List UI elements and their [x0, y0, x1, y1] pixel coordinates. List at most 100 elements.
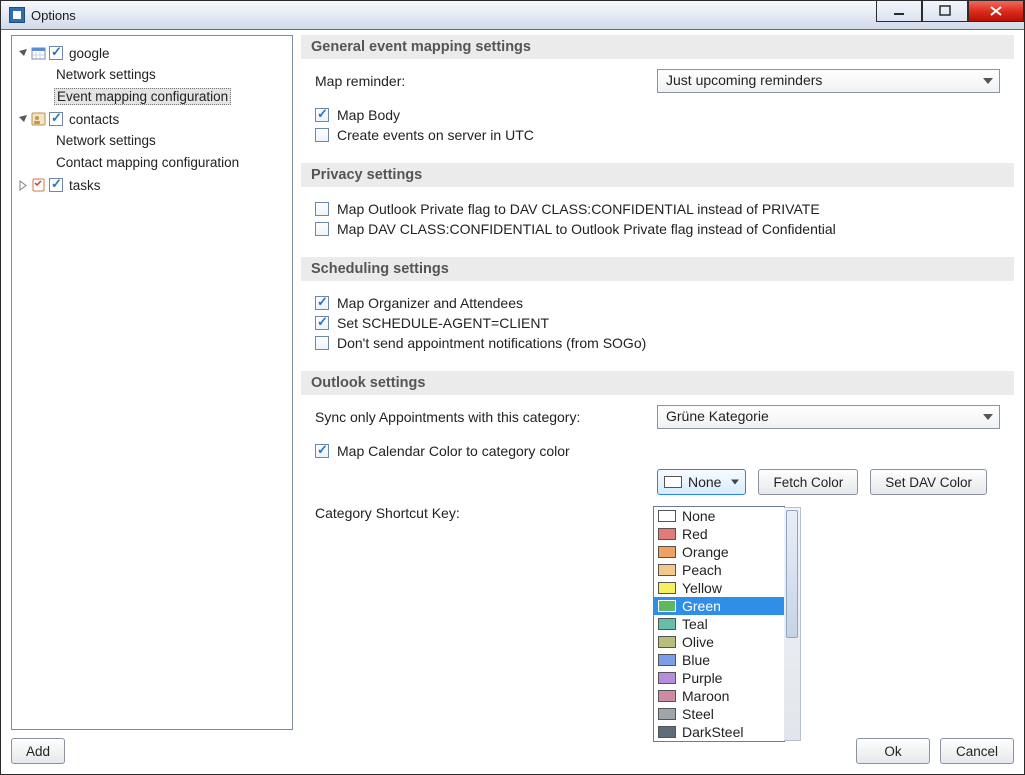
color-option-label: Yellow	[682, 580, 722, 596]
color-swatch	[658, 618, 676, 630]
scrollbar[interactable]	[784, 507, 801, 741]
color-option[interactable]: DarkSteel	[654, 723, 784, 741]
tree-label: contacts	[67, 112, 121, 127]
tree-item-event-mapping[interactable]: Event mapping configuration	[36, 85, 288, 107]
scrollbar-thumb[interactable]	[786, 510, 798, 638]
map-reminder-label: Map reminder:	[315, 73, 645, 89]
tree-item-contact-mapping[interactable]: Contact mapping configuration	[36, 151, 288, 173]
contacts-icon	[31, 112, 47, 126]
color-option-label: None	[682, 508, 715, 524]
tree-node-contacts[interactable]: contacts Network settings Contact mappin…	[18, 108, 288, 174]
tree-label: google	[67, 46, 112, 61]
map-confidential-row[interactable]: Map DAV CLASS:CONFIDENTIAL to Outlook Pr…	[315, 221, 1000, 237]
color-option-label: Steel	[682, 706, 714, 722]
color-swatch	[658, 726, 676, 738]
sync-category-select[interactable]: Grüne Kategorie	[657, 405, 1000, 429]
checkbox[interactable]	[315, 202, 329, 216]
cancel-button[interactable]: Cancel	[940, 738, 1014, 764]
color-swatch	[658, 564, 676, 576]
color-swatch	[658, 654, 676, 666]
map-organizer-row[interactable]: Map Organizer and Attendees	[315, 295, 1000, 311]
color-swatch	[658, 600, 676, 612]
color-option[interactable]: Red	[654, 525, 784, 543]
section-header-privacy: Privacy settings	[301, 163, 1014, 187]
section-header-outlook: Outlook settings	[301, 371, 1014, 395]
ok-button[interactable]: Ok	[856, 738, 930, 764]
checkbox[interactable]	[315, 444, 329, 458]
profiles-tree[interactable]: google Network settings Event mapping co…	[11, 35, 293, 730]
tasks-icon	[31, 178, 47, 192]
checkbox[interactable]	[49, 178, 63, 192]
tree-item-network-settings[interactable]: Network settings	[36, 63, 288, 85]
color-option[interactable]: Orange	[654, 543, 784, 561]
checkbox[interactable]	[315, 108, 329, 122]
options-window: Options go	[0, 0, 1025, 775]
color-option-label: Green	[682, 598, 721, 614]
color-option[interactable]: Teal	[654, 615, 784, 633]
color-option[interactable]: Peach	[654, 561, 784, 579]
checkbox[interactable]	[315, 316, 329, 330]
map-body-row[interactable]: Map Body	[315, 107, 1000, 123]
add-button[interactable]: Add	[11, 738, 65, 764]
chevron-down-icon	[983, 414, 993, 420]
tree-label: tasks	[67, 178, 103, 193]
tree-node-google[interactable]: google Network settings Event mapping co…	[18, 42, 288, 108]
checkbox[interactable]	[315, 336, 329, 350]
color-option-label: Blue	[682, 652, 710, 668]
color-option-label: Peach	[682, 562, 722, 578]
section-header-scheduling: Scheduling settings	[301, 257, 1014, 281]
color-option-label: Maroon	[682, 688, 729, 704]
window-title: Options	[31, 8, 76, 23]
close-button[interactable]	[968, 1, 1024, 22]
color-option-label: Red	[682, 526, 708, 542]
maximize-button[interactable]	[922, 1, 968, 22]
checkbox[interactable]	[49, 46, 63, 60]
map-color-row[interactable]: Map Calendar Color to category color	[315, 443, 1000, 459]
expander-icon[interactable]	[18, 48, 29, 59]
chevron-down-icon	[731, 480, 739, 485]
color-option-label: Purple	[682, 670, 722, 686]
map-reminder-select[interactable]: Just upcoming reminders	[657, 69, 1000, 93]
expander-icon[interactable]	[18, 180, 29, 191]
tree-item-network-settings[interactable]: Network settings	[36, 129, 288, 151]
color-option[interactable]: Purple	[654, 669, 784, 687]
color-swatch	[658, 528, 676, 540]
map-private-row[interactable]: Map Outlook Private flag to DAV CLASS:CO…	[315, 201, 1000, 217]
expander-icon[interactable]	[18, 114, 29, 125]
color-option[interactable]: Green	[654, 597, 784, 615]
tree-node-tasks[interactable]: tasks	[18, 174, 288, 196]
color-swatch	[664, 476, 682, 488]
checkbox[interactable]	[315, 296, 329, 310]
color-option[interactable]: Yellow	[654, 579, 784, 597]
checkbox[interactable]	[315, 128, 329, 142]
color-dropdown-button[interactable]: None	[657, 469, 746, 495]
titlebar[interactable]: Options	[1, 1, 1024, 30]
checkbox[interactable]	[315, 222, 329, 236]
no-sogo-row[interactable]: Don't send appointment notifications (fr…	[315, 335, 1000, 351]
color-option-label: Teal	[682, 616, 708, 632]
create-utc-row[interactable]: Create events on server in UTC	[315, 127, 1000, 143]
color-option-label: Olive	[682, 634, 714, 650]
chevron-down-icon	[983, 78, 993, 84]
set-agent-row[interactable]: Set SCHEDULE-AGENT=CLIENT	[315, 315, 1000, 331]
color-option[interactable]: None	[654, 507, 784, 525]
color-swatch	[658, 546, 676, 558]
minimize-button[interactable]	[876, 1, 922, 22]
color-option[interactable]: Olive	[654, 633, 784, 651]
set-dav-color-button[interactable]: Set DAV Color	[870, 469, 987, 495]
color-swatch	[658, 672, 676, 684]
color-option[interactable]: Blue	[654, 651, 784, 669]
shortcut-key-label: Category Shortcut Key:	[315, 505, 645, 521]
color-swatch	[658, 690, 676, 702]
color-swatch	[658, 708, 676, 720]
color-option[interactable]: Steel	[654, 705, 784, 723]
checkbox[interactable]	[49, 112, 63, 126]
color-dropdown-list[interactable]: None Red Orange Peach Yellow Green Teal Olive Bl…	[653, 506, 785, 742]
color-option[interactable]: Maroon	[654, 687, 784, 705]
fetch-color-button[interactable]: Fetch Color	[758, 469, 858, 495]
color-option-label: Orange	[682, 544, 729, 560]
color-swatch	[658, 636, 676, 648]
color-swatch	[658, 582, 676, 594]
calendar-icon	[31, 46, 47, 60]
section-header-general: General event mapping settings	[301, 35, 1014, 59]
